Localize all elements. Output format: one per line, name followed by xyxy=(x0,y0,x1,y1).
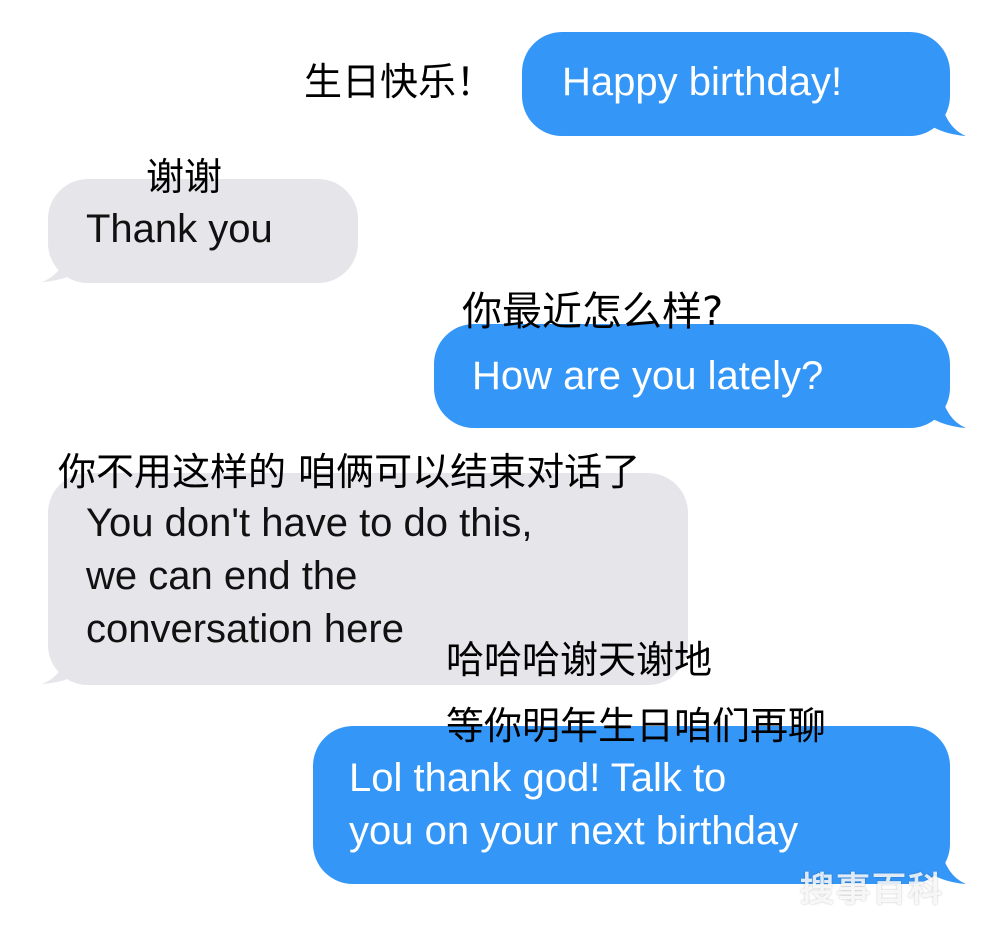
message-bubble-sent[interactable]: Lol thank god! Talk to you on your next … xyxy=(313,726,950,884)
message-text: Thank you xyxy=(86,207,273,251)
bubble-tail-sent xyxy=(920,390,966,428)
message-text: How are you lately? xyxy=(472,354,824,398)
chinese-translation: 生日快乐！ xyxy=(304,60,495,104)
chinese-translation: 你不用这样的 咱俩可以结束对话了 xyxy=(58,450,641,494)
watermark-logo: 搜事百科 xyxy=(800,870,944,910)
chinese-translation-line-1: 哈哈哈谢天谢地 xyxy=(446,638,713,682)
message-text: Lol thank god! Talk to you on your next … xyxy=(349,756,799,853)
bubble-tail-received xyxy=(42,646,90,684)
chinese-translation-line-2: 等你明年生日咱们再聊 xyxy=(446,704,827,748)
chinese-translation: 谢谢 xyxy=(146,155,223,199)
chinese-translation: 你最近怎么样? xyxy=(462,289,724,335)
message-bubble-sent[interactable]: How are you lately? xyxy=(434,324,950,428)
bubble-tail-sent xyxy=(920,98,966,136)
message-text: Happy birthday! xyxy=(562,60,843,104)
message-text: You don't have to do this, we can end th… xyxy=(86,501,533,651)
bubble-tail-received xyxy=(42,244,90,282)
message-bubble-sent[interactable]: Happy birthday! xyxy=(522,32,950,136)
